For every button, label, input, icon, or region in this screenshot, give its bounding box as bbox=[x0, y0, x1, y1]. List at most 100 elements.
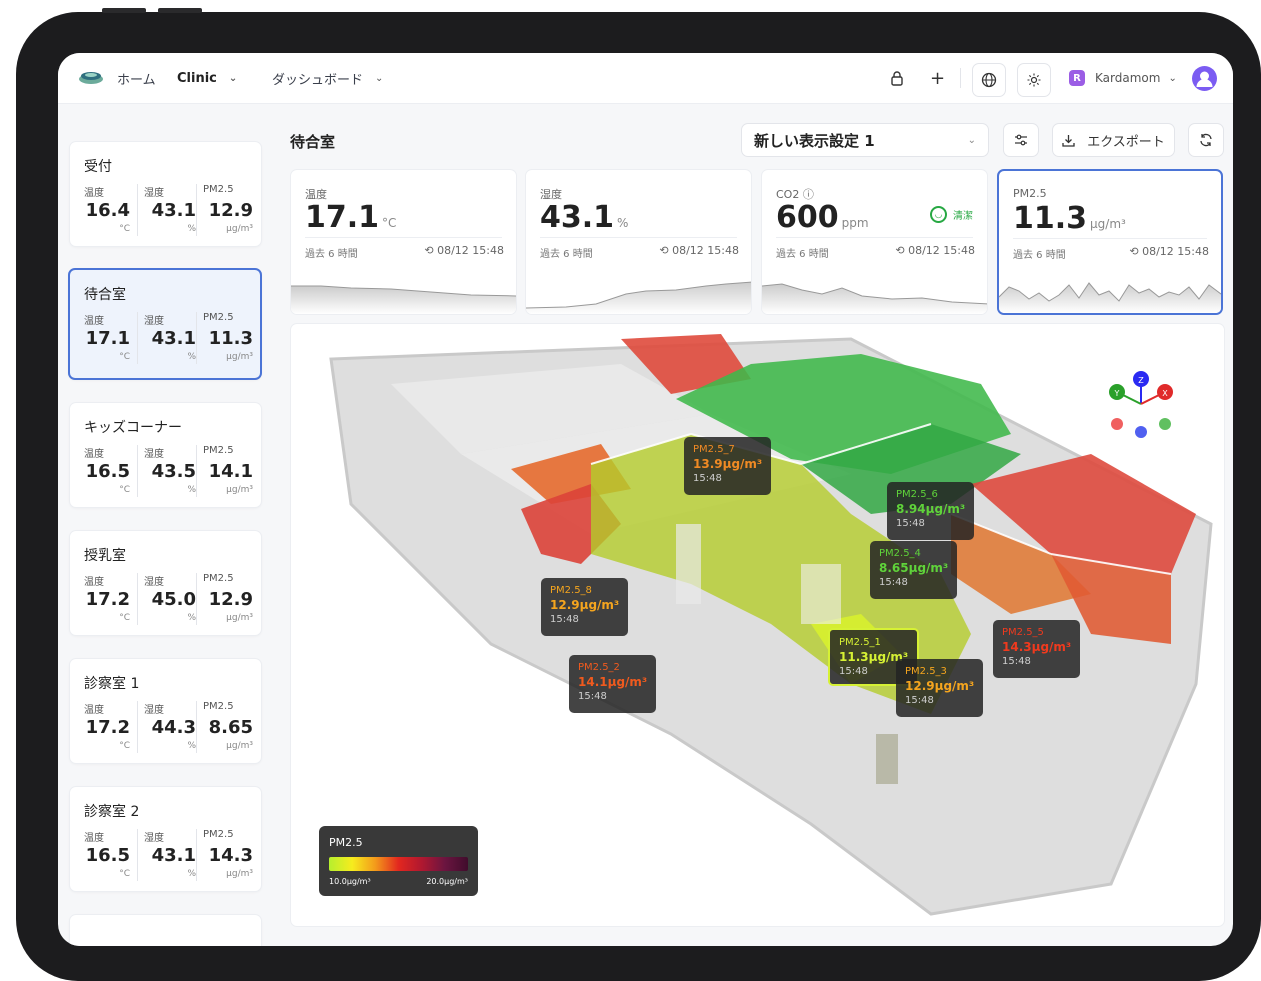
room-card[interactable]: 授乳室 温度 17.2 °C 湿度 45.0% PM2.5 12.9 μg/m³ bbox=[69, 530, 262, 636]
chevron-down-icon: ⌄ bbox=[967, 134, 976, 146]
humidity-label: 湿度 bbox=[144, 705, 164, 716]
sparkline bbox=[291, 285, 516, 314]
room-card[interactable]: 診察室 2 温度 16.5 °C 湿度 43.1% PM2.5 14.3 μg/m³ bbox=[69, 786, 262, 892]
language-button[interactable] bbox=[972, 63, 1006, 97]
metric-value: 600 bbox=[776, 200, 839, 235]
lock-button[interactable] bbox=[890, 53, 904, 103]
sensor-label[interactable]: PM2.5_8 12.9μg/m³ 15:48 bbox=[541, 578, 629, 636]
refresh-button[interactable] bbox=[1188, 123, 1224, 157]
metric-card-pm25-selected[interactable]: PM2.5 11.3 μg/m³ 過去 6 時間 ⟲ 08/12 15:48 bbox=[997, 169, 1223, 315]
sensor-label[interactable]: PM2.5_7 13.9μg/m³ 15:48 bbox=[684, 437, 772, 495]
pm-value: 14.3 bbox=[208, 845, 253, 866]
sliders-icon bbox=[1015, 134, 1027, 146]
pm-value: 12.9 bbox=[208, 589, 253, 610]
temp-unit: °C bbox=[119, 741, 130, 751]
add-button[interactable]: + bbox=[930, 53, 945, 103]
sensor-label[interactable]: PM2.5_6 8.94μg/m³ 15:48 bbox=[887, 482, 975, 540]
humidity-value: 43.1 bbox=[151, 200, 196, 221]
sensor-time: 15:48 bbox=[550, 614, 579, 625]
room-card[interactable]: 受付 温度 16.4 °C 湿度 43.1% PM2.5 12.9 μg/m³ bbox=[69, 141, 262, 247]
nav-home[interactable]: ホーム bbox=[117, 53, 156, 103]
pm-value: 12.9 bbox=[208, 200, 253, 221]
pm-unit: μg/m³ bbox=[226, 741, 253, 751]
export-button[interactable]: エクスポート bbox=[1052, 123, 1175, 157]
metric-period: 過去 6 時間 bbox=[776, 249, 829, 260]
sensor-label[interactable]: PM2.5_5 14.3μg/m³ 15:48 bbox=[993, 620, 1081, 678]
org-switcher[interactable]: Clinic ⌄ bbox=[177, 53, 237, 103]
filter-settings-button[interactable] bbox=[1003, 123, 1039, 157]
sensor-value: 12.9μg/m³ bbox=[905, 679, 975, 693]
sensor-name: PM2.5_7 bbox=[693, 444, 735, 455]
sensor-time: 15:48 bbox=[578, 691, 607, 702]
pm-label: PM2.5 bbox=[203, 701, 234, 712]
sensor-label[interactable]: PM2.5_4 8.65μg/m³ 15:48 bbox=[870, 541, 958, 599]
view-setting-value: 新しい表示設定 1 bbox=[754, 131, 875, 150]
temp-unit: °C bbox=[119, 224, 130, 234]
sensor-value: 14.3μg/m³ bbox=[1002, 640, 1072, 654]
sensor-time: 15:48 bbox=[693, 473, 722, 484]
chevron-down-icon: ⌄ bbox=[1168, 72, 1177, 84]
pm-label: PM2.5 bbox=[203, 184, 234, 195]
temp-unit: °C bbox=[119, 352, 130, 362]
app-screen: ホーム Clinic ⌄ ダッシュボード ⌄ + R Kardamom ⌄ 受付… bbox=[58, 53, 1233, 946]
pm-unit: μg/m³ bbox=[226, 352, 253, 362]
axis-z-label: Z bbox=[1138, 376, 1144, 385]
humidity-value: 43.5 bbox=[151, 461, 196, 482]
humidity-unit: % bbox=[187, 741, 196, 751]
sensor-name: PM2.5_5 bbox=[1002, 627, 1044, 638]
room-name: 受付 bbox=[84, 159, 112, 175]
humidity-unit: % bbox=[187, 613, 196, 623]
metric-time: 08/12 15:48 bbox=[908, 244, 975, 257]
metric-card-humidity[interactable]: 湿度 43.1% 過去 6 時間 ⟲ 08/12 15:48 bbox=[525, 169, 752, 315]
room-card-selected[interactable]: 待合室 温度 17.1 °C 湿度 43.1% PM2.5 11.3 μg/m³ bbox=[68, 268, 262, 380]
metric-period: 過去 6 時間 bbox=[540, 249, 593, 260]
export-label: エクスポート bbox=[1087, 134, 1165, 150]
humidity-unit: % bbox=[187, 485, 196, 495]
axis-x-label: X bbox=[1162, 389, 1168, 398]
floor-3d-viewer[interactable]: Y Z X PM2.5_7 13.9μg/m³ 15:48 PM2.5_6 8.… bbox=[290, 323, 1225, 927]
air-quality-status: ◡ 清潔 bbox=[930, 206, 973, 223]
org-name: Clinic bbox=[177, 70, 217, 86]
color-legend: PM2.5 10.0μg/m³ 20.0μg/m³ bbox=[319, 826, 478, 896]
pm-unit: μg/m³ bbox=[226, 485, 253, 495]
room-card[interactable]: キッズコーナー 温度 16.5 °C 湿度 43.5% PM2.5 14.1 μg/m³ bbox=[69, 402, 262, 508]
theme-toggle-button[interactable] bbox=[1017, 63, 1051, 97]
metric-card-co2[interactable]: CO2 ⓘ 600 ppm ◡ 清潔 過去 6 時間 ⟲ 08/12 15:48 bbox=[761, 169, 988, 315]
workspace-badge: R bbox=[1069, 70, 1085, 86]
metric-value: 17.1 bbox=[305, 200, 380, 235]
avatar[interactable] bbox=[1192, 66, 1217, 91]
download-icon bbox=[1062, 134, 1075, 147]
app-logo[interactable] bbox=[78, 53, 104, 103]
sensor-label[interactable]: PM2.5_2 14.1μg/m³ 15:48 bbox=[569, 655, 657, 713]
humidity-value: 44.3 bbox=[151, 717, 196, 738]
metric-label: PM2.5 bbox=[1013, 187, 1047, 200]
axis-gizmo[interactable]: Y Z X bbox=[1109, 371, 1173, 438]
pm-unit: μg/m³ bbox=[226, 224, 253, 234]
hardware-button bbox=[158, 8, 202, 13]
metric-value: 43.1 bbox=[540, 200, 615, 235]
dashboard-switcher[interactable]: ダッシュボード ⌄ bbox=[272, 53, 383, 103]
humidity-unit: % bbox=[187, 352, 196, 362]
pm-label: PM2.5 bbox=[203, 445, 234, 456]
pm-label: PM2.5 bbox=[203, 573, 234, 584]
chevron-down-icon: ⌄ bbox=[228, 72, 238, 84]
room-card[interactable] bbox=[69, 914, 262, 946]
pm-unit: μg/m³ bbox=[226, 869, 253, 879]
temp-unit: °C bbox=[119, 869, 130, 879]
lock-icon bbox=[891, 71, 903, 86]
logo-icon bbox=[79, 72, 103, 84]
sensor-label[interactable]: PM2.5_3 12.9μg/m³ 15:48 bbox=[896, 659, 984, 717]
room-name: 診察室 2 bbox=[84, 804, 140, 820]
chevron-down-icon: ⌄ bbox=[375, 72, 384, 84]
user-menu[interactable]: R Kardamom ⌄ bbox=[1069, 53, 1177, 103]
humidity-value: 43.1 bbox=[151, 845, 196, 866]
metric-card-temperature[interactable]: 温度 17.1 °C 過去 6 時間 ⟲ 08/12 15:48 bbox=[290, 169, 517, 315]
sensor-name: PM2.5_3 bbox=[905, 666, 947, 677]
sensor-value: 14.1μg/m³ bbox=[578, 675, 648, 689]
legend-title: PM2.5 bbox=[329, 836, 363, 849]
room-card[interactable]: 診察室 1 温度 17.2 °C 湿度 44.3% PM2.5 8.65 μg/m³ bbox=[69, 658, 262, 764]
metric-time: 08/12 15:48 bbox=[437, 244, 504, 257]
view-setting-select[interactable]: 新しい表示設定 1 ⌄ bbox=[741, 123, 989, 157]
temp-label: 温度 bbox=[84, 449, 104, 460]
metric-period: 過去 6 時間 bbox=[305, 249, 358, 260]
